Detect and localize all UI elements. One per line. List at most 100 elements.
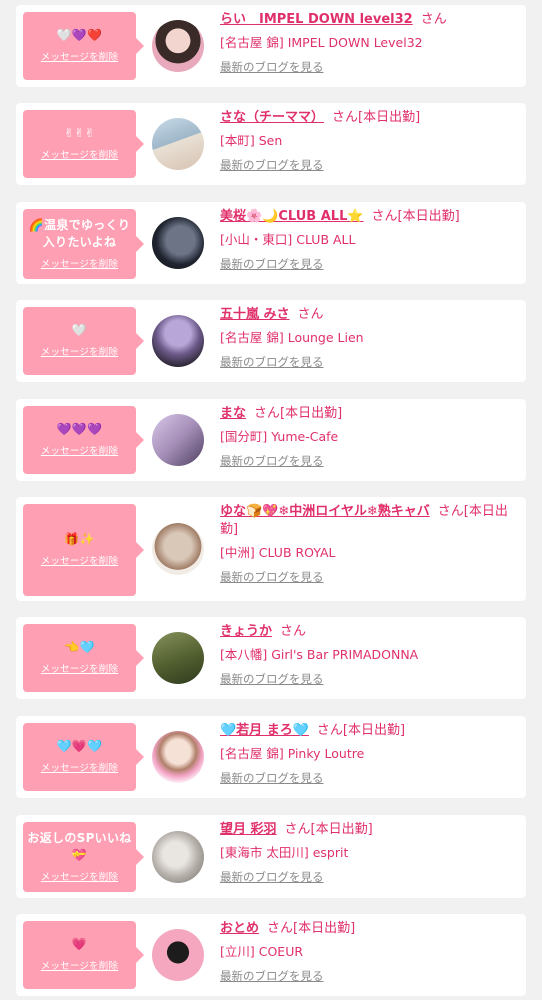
- message-card: 🩵💗🩵 メッセージを削除 🩵若月 まろ🩵 さん[本日出勤] [名古屋 錦] Pinky …: [16, 716, 526, 798]
- profile-name-link[interactable]: らい IMPEL DOWN level32: [220, 12, 413, 27]
- avatar[interactable]: [152, 831, 204, 883]
- profile-heading: さな（チーママ） さん[本日出勤]: [220, 109, 518, 127]
- shop-name: [本八幡] Girl's Bar PRIMADONNA: [220, 647, 419, 662]
- avatar[interactable]: [152, 632, 204, 684]
- honorific-status: さん[本日出勤]: [371, 209, 460, 224]
- delete-message-link[interactable]: メッセージを削除: [41, 344, 118, 358]
- profile-name-link[interactable]: おとめ: [220, 921, 259, 936]
- profile-heading: 望月 彩羽 さん[本日出勤]: [220, 821, 518, 839]
- message-card: 🤍💜❤️ メッセージを削除 らい IMPEL DOWN level32 さん [名古屋 …: [16, 5, 526, 87]
- message-bubble: お返しのSPいいね💝 メッセージを削除: [23, 822, 144, 892]
- message-card: 🤍 メッセージを削除 五十嵐 みさ さん [名古屋 錦] Lounge Lien 最新のブ…: [16, 300, 526, 382]
- shop-name: [小山・東口] CLUB ALL: [220, 232, 356, 247]
- profile-info: ゆな🍞💖❄中洲ロイヤル❄熟キャバ さん[本日出勤] [中洲] CLUB ROYAL 最…: [220, 503, 518, 585]
- message-card: 💗 メッセージを削除 おとめ さん[本日出勤] [立川] COEUR 最新のブログを見る: [16, 914, 526, 996]
- profile-heading: おとめ さん[本日出勤]: [220, 920, 518, 938]
- message-text: ✌✌✌: [63, 126, 96, 140]
- shop-name: [立川] COEUR: [220, 944, 304, 959]
- honorific-status: さん: [280, 624, 307, 639]
- delete-message-link[interactable]: メッセージを削除: [41, 661, 118, 675]
- avatar[interactable]: [152, 731, 204, 783]
- profile-info: 🩵若月 まろ🩵 さん[本日出勤] [名古屋 錦] Pinky Loutre 最新のブロ…: [220, 722, 518, 786]
- message-bubble: 🤍💜❤️ メッセージを削除: [23, 12, 144, 80]
- profile-info: きょうか さん [本八幡] Girl's Bar PRIMADONNA 最新のブログを…: [220, 623, 518, 687]
- honorific-status: さん[本日出勤]: [332, 110, 421, 125]
- latest-blog-link[interactable]: 最新のブログを見る: [220, 569, 324, 585]
- profile-name-link[interactable]: さな（チーママ）: [220, 110, 324, 125]
- latest-blog-link[interactable]: 最新のブログを見る: [220, 869, 324, 885]
- delete-message-link[interactable]: メッセージを削除: [41, 869, 118, 883]
- profile-heading: まな さん[本日出勤]: [220, 405, 518, 423]
- delete-message-link[interactable]: メッセージを削除: [41, 553, 118, 567]
- delete-message-link[interactable]: メッセージを削除: [41, 443, 118, 457]
- message-card: お返しのSPいいね💝 メッセージを削除 望月 彩羽 さん[本日出勤] [東海市 太田川]…: [16, 815, 526, 898]
- message-bubble: 🎁✨ メッセージを削除: [23, 504, 144, 596]
- profile-heading: らい IMPEL DOWN level32 さん: [220, 11, 518, 29]
- message-text: 🎁✨: [64, 532, 95, 546]
- latest-blog-link[interactable]: 最新のブログを見る: [220, 256, 324, 272]
- latest-blog-link[interactable]: 最新のブログを見る: [220, 157, 324, 173]
- delete-message-link[interactable]: メッセージを削除: [41, 760, 118, 774]
- avatar[interactable]: [152, 118, 204, 170]
- avatar[interactable]: [152, 929, 204, 981]
- latest-blog-link[interactable]: 最新のブログを見る: [220, 968, 324, 984]
- shop-name: [名古屋 錦] Pinky Loutre: [220, 746, 365, 761]
- message-bubble: 💗 メッセージを削除: [23, 921, 144, 989]
- message-bubble: ✌✌✌ メッセージを削除: [23, 110, 144, 178]
- message-card: ✌✌✌ メッセージを削除 さな（チーママ） さん[本日出勤] [本町] Sen 最新のブロ…: [16, 103, 526, 185]
- profile-name-link[interactable]: 美桜🌸🌙CLUB ALL⭐: [220, 209, 364, 224]
- profile-name-link[interactable]: きょうか: [220, 624, 272, 639]
- profile-heading: きょうか さん: [220, 623, 518, 641]
- honorific-status: さん: [297, 307, 324, 322]
- delete-message-link[interactable]: メッセージを削除: [41, 256, 118, 270]
- message-text: 🤍: [71, 323, 88, 337]
- profile-name-link[interactable]: 🩵若月 まろ🩵: [220, 723, 309, 738]
- avatar[interactable]: [152, 523, 204, 575]
- message-bubble: 👈🩵 メッセージを削除: [23, 624, 144, 692]
- message-text: 👈🩵: [64, 640, 95, 654]
- profile-info: さな（チーママ） さん[本日出勤] [本町] Sen 最新のブログを見る: [220, 109, 518, 173]
- delete-message-link[interactable]: メッセージを削除: [41, 49, 118, 63]
- profile-info: らい IMPEL DOWN level32 さん [名古屋 錦] IMPEL DOW…: [220, 11, 518, 75]
- latest-blog-link[interactable]: 最新のブログを見る: [220, 671, 324, 687]
- message-bubble: 🩵💗🩵 メッセージを削除: [23, 723, 144, 791]
- avatar[interactable]: [152, 414, 204, 466]
- latest-blog-link[interactable]: 最新のブログを見る: [220, 770, 324, 786]
- shop-name: [中洲] CLUB ROYAL: [220, 545, 336, 560]
- delete-message-link[interactable]: メッセージを削除: [41, 147, 118, 161]
- profile-heading: ゆな🍞💖❄中洲ロイヤル❄熟キャバ さん[本日出勤]: [220, 503, 518, 539]
- shop-name: [東海市 太田川] esprit: [220, 845, 349, 860]
- message-text: 🌈温泉でゆっくり入りたいよね: [28, 217, 131, 249]
- profile-heading: 🩵若月 まろ🩵 さん[本日出勤]: [220, 722, 518, 740]
- honorific-status: さん[本日出勤]: [284, 822, 373, 837]
- message-text: 🤍💜❤️: [56, 28, 103, 42]
- shop-name: [名古屋 錦] IMPEL DOWN Level32: [220, 35, 423, 50]
- message-text: 💗: [71, 937, 88, 951]
- avatar[interactable]: [152, 217, 204, 269]
- message-card: 💜💜💜 メッセージを削除 まな さん[本日出勤] [国分町] Yume-Cafe 最新のブ…: [16, 399, 526, 481]
- profile-name-link[interactable]: ゆな🍞💖❄中洲ロイヤル❄熟キャバ: [220, 504, 430, 519]
- profile-name-link[interactable]: まな: [220, 406, 246, 421]
- profile-info: 美桜🌸🌙CLUB ALL⭐ さん[本日出勤] [小山・東口] CLUB ALL 最新の…: [220, 208, 518, 272]
- latest-blog-link[interactable]: 最新のブログを見る: [220, 453, 324, 469]
- profile-name-link[interactable]: 望月 彩羽: [220, 822, 277, 837]
- avatar[interactable]: [152, 315, 204, 367]
- delete-message-link[interactable]: メッセージを削除: [41, 958, 118, 972]
- message-text: 💜💜💜: [56, 422, 103, 436]
- latest-blog-link[interactable]: 最新のブログを見る: [220, 354, 324, 370]
- shop-name: [国分町] Yume-Cafe: [220, 429, 339, 444]
- shop-name: [本町] Sen: [220, 133, 283, 148]
- message-text: お返しのSPいいね💝: [27, 830, 132, 862]
- message-bubble: 💜💜💜 メッセージを削除: [23, 406, 144, 474]
- message-card: 🎁✨ メッセージを削除 ゆな🍞💖❄中洲ロイヤル❄熟キャバ さん[本日出勤] [中洲] C…: [16, 497, 526, 601]
- honorific-status: さん: [420, 12, 447, 27]
- shop-name: [名古屋 錦] Lounge Lien: [220, 330, 364, 345]
- message-text: 🩵💗🩵: [56, 739, 103, 753]
- latest-blog-link[interactable]: 最新のブログを見る: [220, 59, 324, 75]
- profile-info: 望月 彩羽 さん[本日出勤] [東海市 太田川] esprit 最新のブログを見る: [220, 821, 518, 885]
- profile-name-link[interactable]: 五十嵐 みさ: [220, 307, 290, 322]
- profile-info: 五十嵐 みさ さん [名古屋 錦] Lounge Lien 最新のブログを見る: [220, 306, 518, 370]
- avatar[interactable]: [152, 20, 204, 72]
- message-bubble: 🤍 メッセージを削除: [23, 307, 144, 375]
- profile-info: おとめ さん[本日出勤] [立川] COEUR 最新のブログを見る: [220, 920, 518, 984]
